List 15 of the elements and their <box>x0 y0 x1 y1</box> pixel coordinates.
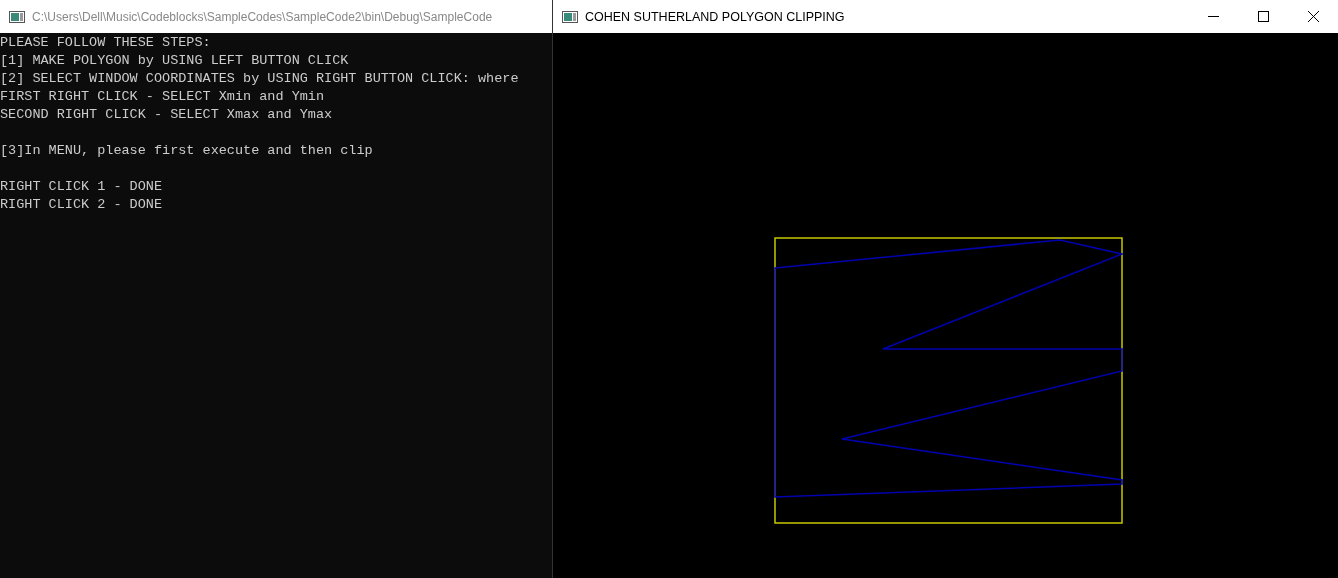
window-title: COHEN SUTHERLAND POLYGON CLIPPING <box>585 9 846 24</box>
app-icon <box>9 10 25 23</box>
maximize-icon <box>1257 11 1269 22</box>
minimize-icon <box>1207 16 1219 17</box>
window-title: C:\Users\Dell\Music\Codeblocks\SampleCodes\SampleCode2\bin\Debug\SampleCode <box>32 9 493 24</box>
console-line: [2] SELECT WINDOW COORDINATES by USING RIGHT BUTTON CLICK: where <box>0 70 520 88</box>
console-line: FIRST RIGHT CLICK - SELECT Xmin and Ymin <box>0 88 326 106</box>
console-line: RIGHT CLICK 2 - DONE <box>0 196 164 214</box>
console-line: RIGHT CLICK 1 - DONE <box>0 178 164 196</box>
close-icon <box>1307 11 1319 22</box>
console-line: SECOND RIGHT CLICK - SELECT Xmax and Ymax <box>0 106 334 124</box>
app-icon <box>562 10 578 23</box>
console-line: PLEASE FOLLOW THESE STEPS: <box>0 34 212 52</box>
console-line: [1] MAKE POLYGON by USING LEFT BUTTON CLICK <box>0 52 350 70</box>
console-line: [3]In MENU, please first execute and then clip <box>0 142 374 160</box>
